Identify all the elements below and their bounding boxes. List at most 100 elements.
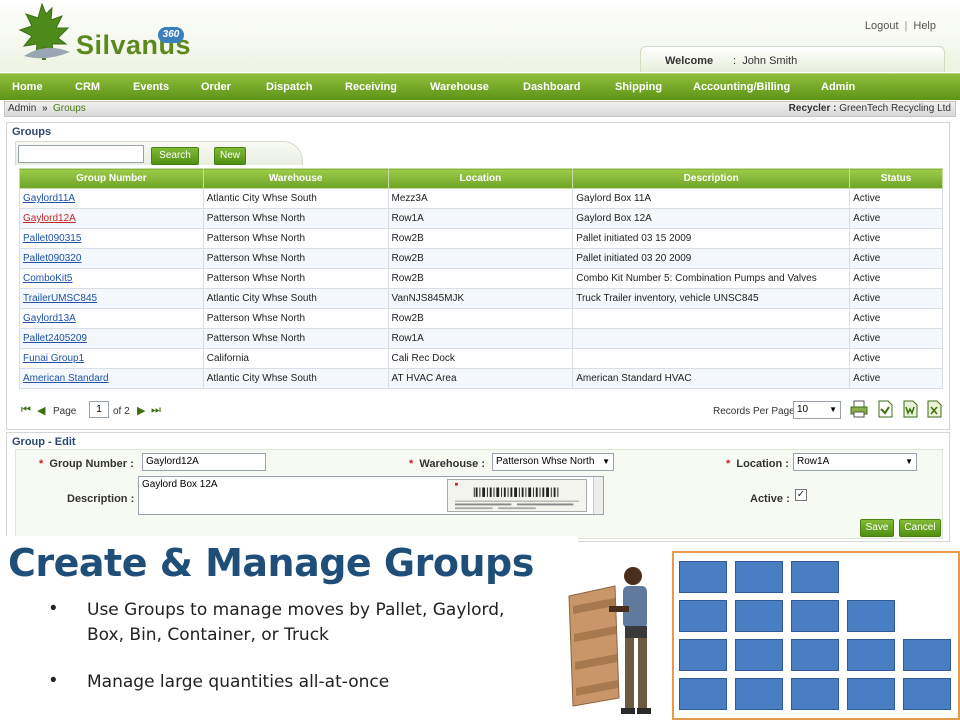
column-header-warehouse[interactable]: Warehouse — [202, 168, 389, 189]
worker-carrying-pallet-image — [568, 567, 651, 714]
warehouse-cell: Atlantic City Whse South — [202, 368, 389, 389]
print-icon[interactable] — [849, 399, 869, 419]
nav-shipping[interactable]: Shipping — [615, 81, 662, 93]
warehouse-cell: Atlantic City Whse South — [202, 188, 389, 209]
group-number-input[interactable]: Gaylord12A — [142, 453, 266, 471]
description-cell: Pallet initiated 03 15 2009 — [572, 228, 851, 249]
description-scrollbar[interactable] — [593, 477, 603, 514]
location-cell: AT HVAC Area — [387, 368, 574, 389]
table-row[interactable]: TrailerUMSC845 Atlantic City Whse South Va… — [19, 288, 943, 309]
slide-title: Create & Manage Groups — [8, 541, 534, 585]
slide-page: Silvanus 360 Logout | Help Welcome : John … — [0, 0, 960, 720]
logout-link[interactable]: Logout — [865, 20, 899, 32]
warehouse-cell: California — [202, 348, 389, 369]
warehouse-label: * Warehouse : — [409, 458, 485, 470]
table-row[interactable]: Pallet2405209 Patterson Whse North Row1A Ac… — [19, 328, 943, 349]
active-checkbox[interactable]: ✓ — [795, 489, 807, 501]
next-page-icon[interactable]: ▶ — [137, 404, 145, 417]
check-icon: ✓ — [796, 489, 806, 500]
table-header-row: Group Number Warehouse Location Descript… — [19, 168, 943, 189]
warehouse-cell: Patterson Whse North — [202, 228, 389, 249]
description-cell: Combo Kit Number 5: Combination Pumps an… — [572, 268, 851, 289]
status-cell: Active — [849, 368, 943, 389]
first-page-icon[interactable]: ⏮ — [21, 404, 31, 417]
group-number-cell[interactable]: Pallet090320 — [19, 248, 204, 269]
export-pdf-icon[interactable] — [875, 399, 895, 419]
leaf-logo-icon — [18, 2, 70, 60]
nav-receiving[interactable]: Receiving — [345, 81, 397, 93]
group-number-cell[interactable]: Pallet2405209 — [19, 328, 204, 349]
nav-warehouse[interactable]: Warehouse — [430, 81, 489, 93]
location-cell: Mezz3A — [387, 188, 574, 209]
breadcrumb-admin[interactable]: Admin — [8, 103, 36, 114]
nav-admin[interactable]: Admin — [821, 81, 855, 93]
nav-home[interactable]: Home — [12, 81, 43, 93]
nav-dispatch[interactable]: Dispatch — [266, 81, 312, 93]
table-row[interactable]: Funai Group1 California Cali Rec Dock Activ… — [19, 348, 943, 369]
nav-order[interactable]: Order — [201, 81, 231, 93]
active-label: Active : — [750, 493, 790, 505]
group-number-cell[interactable]: Gaylord13A — [19, 308, 204, 329]
table-row[interactable]: Pallet090315 Patterson Whse North Row2B Pal… — [19, 228, 943, 249]
silvanus-logo[interactable]: Silvanus 360 — [16, 2, 191, 70]
status-cell: Active — [849, 308, 943, 329]
location-cell: Row2B — [387, 268, 574, 289]
column-header-group-number[interactable]: Group Number — [19, 168, 204, 189]
cancel-button[interactable]: Cancel — [899, 519, 941, 537]
group-number-cell[interactable]: Gaylord11A — [19, 188, 204, 209]
description-cell: American Standard HVAC — [572, 368, 851, 389]
records-per-page-value: 10 — [797, 404, 809, 415]
nav-accounting-billing[interactable]: Accounting/Billing — [693, 81, 790, 93]
table-row[interactable]: American Standard Atlantic City Whse Sout… — [19, 368, 943, 389]
slide-bullet-2: Manage large quantities all-at-once — [87, 672, 390, 692]
group-number-cell[interactable]: TrailerUMSC845 — [19, 288, 204, 309]
groups-table-body: Gaylord11A Atlantic City Whse South Mezz3A… — [19, 188, 943, 389]
group-number-cell[interactable]: ComboKit5 — [19, 268, 204, 289]
group-number-cell[interactable]: Funai Group1 — [19, 348, 204, 369]
description-textarea[interactable]: Gaylord Box 12A — [138, 476, 604, 515]
table-row[interactable]: Gaylord11A Atlantic City Whse South Mezz3A… — [19, 188, 943, 209]
search-input[interactable] — [18, 145, 144, 163]
new-button[interactable]: New — [214, 147, 246, 165]
nav-events[interactable]: Events — [133, 81, 169, 93]
last-page-icon[interactable]: ⏭ — [151, 404, 161, 417]
export-excel-icon[interactable] — [924, 399, 944, 419]
search-button[interactable]: Search — [151, 147, 199, 165]
table-row[interactable]: Pallet090320 Patterson Whse North Row2B Pal… — [19, 248, 943, 269]
group-number-cell[interactable]: Pallet090315 — [19, 228, 204, 249]
column-header-location[interactable]: Location — [387, 168, 574, 189]
warehouse-cell: Patterson Whse North — [202, 328, 389, 349]
nav-dashboard[interactable]: Dashboard — [523, 81, 580, 93]
box-icon — [847, 639, 895, 671]
description-cell — [572, 308, 851, 329]
export-word-icon[interactable] — [900, 399, 920, 419]
location-select[interactable]: Row1A ▼ — [793, 453, 917, 471]
table-row[interactable]: ComboKit5 Patterson Whse North Row2B Combo … — [19, 268, 943, 289]
status-cell: Active — [849, 208, 943, 229]
table-row[interactable]: Gaylord13A Patterson Whse North Row2B Activ… — [19, 308, 943, 329]
group-number-cell[interactable]: Gaylord12A — [19, 208, 204, 229]
prev-page-icon[interactable]: ◀ — [37, 404, 45, 417]
table-row[interactable]: Gaylord12A Patterson Whse North Row1A Gaylo… — [19, 208, 943, 229]
page-label: Page — [53, 406, 77, 417]
records-per-page-select[interactable]: 10 ▼ — [793, 401, 841, 419]
page-number-input[interactable]: 1 — [89, 401, 109, 418]
group-number-cell[interactable]: American Standard — [19, 368, 204, 389]
column-header-description[interactable]: Description — [572, 168, 851, 189]
box-icon — [847, 600, 895, 632]
shipping-label-image — [447, 479, 587, 512]
warehouse-select[interactable]: Patterson Whse North ▼ — [492, 453, 614, 471]
save-button[interactable]: Save — [860, 519, 894, 537]
nav-crm[interactable]: CRM — [75, 81, 100, 93]
column-header-status[interactable]: Status — [849, 168, 943, 189]
location-label-text: Location : — [736, 458, 789, 470]
recycler-label: Recycler : — [788, 103, 837, 114]
welcome-user-name: John Smith — [742, 55, 798, 67]
groups-table: Group Number Warehouse Location Descript… — [19, 168, 943, 389]
pager: ⏮ ◀ Page 1 of 2 ▶ ⏭ Records Per Page 10 ▼ — [17, 399, 944, 421]
status-cell: Active — [849, 348, 943, 369]
help-link[interactable]: Help — [913, 20, 936, 32]
groups-panel: Groups Search New Group Number Warehouse… — [6, 122, 950, 430]
chevron-down-icon: ▼ — [903, 454, 913, 470]
location-value: Row1A — [797, 456, 830, 467]
